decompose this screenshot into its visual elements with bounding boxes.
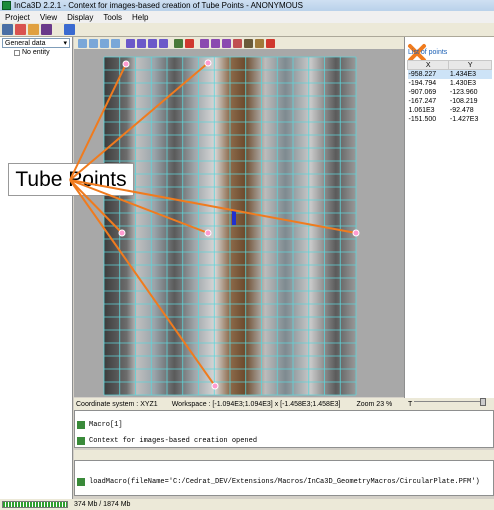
tube-point-marker[interactable]	[352, 229, 360, 237]
callout-arrows	[69, 59, 360, 390]
callout-arrow	[69, 179, 216, 387]
tube-point-marker[interactable]	[122, 60, 130, 68]
tube-point-marker[interactable]	[118, 229, 126, 237]
tube-point-marker[interactable]	[204, 59, 212, 67]
callout-arrow	[69, 63, 127, 181]
callout-arrow	[69, 179, 209, 234]
callout-arrow	[69, 62, 209, 181]
tube-point-marker[interactable]	[204, 229, 212, 237]
tube-point-marker[interactable]	[211, 382, 219, 390]
